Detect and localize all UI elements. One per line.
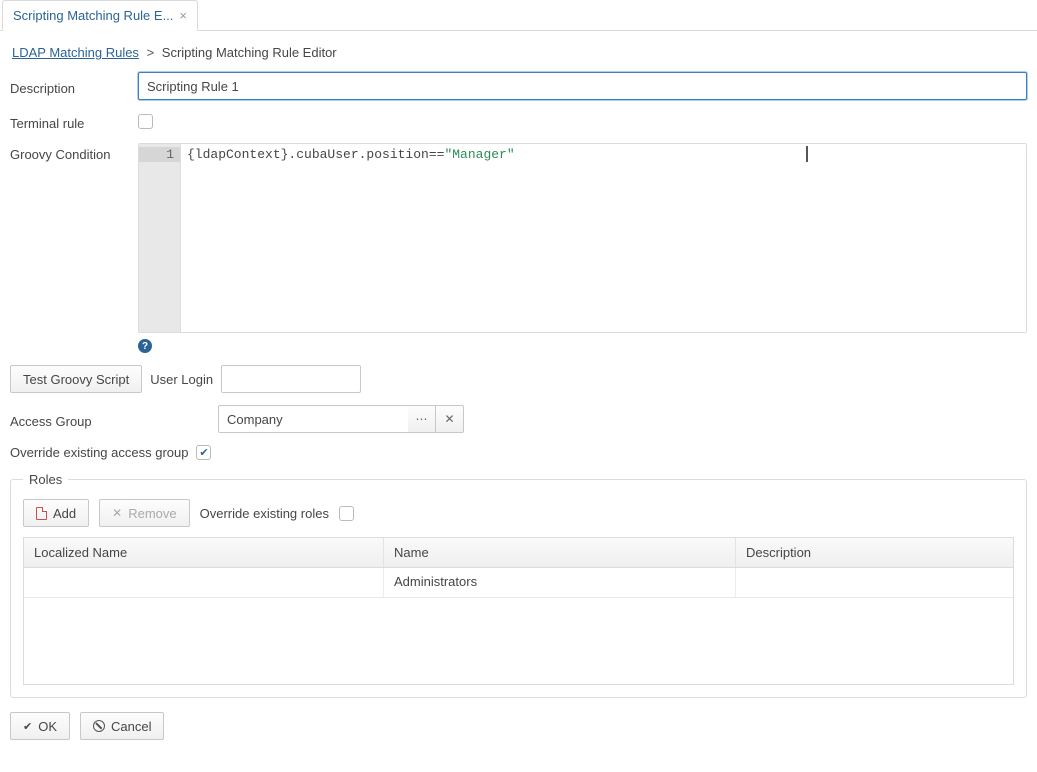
breadcrumb: LDAP Matching Rules > Scripting Matching… <box>12 45 1027 60</box>
editor-cursor <box>806 146 808 162</box>
help-icon[interactable]: ? <box>138 339 152 353</box>
description-label: Description <box>10 77 130 96</box>
description-input[interactable] <box>138 72 1027 100</box>
editor-code[interactable]: {ldapContext}.cubaUser.position=="Manage… <box>181 144 1026 332</box>
cell-name: Administrators <box>384 568 736 597</box>
ok-label: OK <box>38 719 57 734</box>
cancel-icon <box>93 720 105 732</box>
cell-localized <box>24 568 384 597</box>
roles-table: Localized Name Name Description Administ… <box>23 537 1014 685</box>
check-icon <box>23 720 32 733</box>
groovy-editor[interactable]: 1 {ldapContext}.cubaUser.position=="Mana… <box>138 143 1027 333</box>
clear-icon[interactable]: ✕ <box>436 405 464 433</box>
test-groovy-button[interactable]: Test Groovy Script <box>10 365 142 393</box>
editor-gutter: 1 <box>139 144 181 332</box>
override-roles-label: Override existing roles <box>200 506 329 521</box>
cancel-button[interactable]: Cancel <box>80 712 164 740</box>
table-header: Localized Name Name Description <box>24 538 1013 568</box>
test-groovy-label: Test Groovy Script <box>23 372 129 387</box>
tab-bar: Scripting Matching Rule E... × <box>0 0 1037 31</box>
remove-label: Remove <box>128 506 176 521</box>
th-localized[interactable]: Localized Name <box>24 538 384 567</box>
roles-legend: Roles <box>23 472 68 487</box>
groovy-condition-label: Groovy Condition <box>10 143 130 162</box>
tab-title: Scripting Matching Rule E... <box>13 8 173 23</box>
terminal-rule-checkbox[interactable] <box>138 114 153 129</box>
override-roles-checkbox[interactable] <box>339 506 354 521</box>
code-string: "Manager" <box>444 147 514 162</box>
terminal-rule-label: Terminal rule <box>10 112 130 131</box>
roles-fieldset: Roles Add ✕ Remove Override existing rol… <box>10 472 1027 698</box>
table-empty-area <box>24 598 1013 684</box>
user-login-label: User Login <box>150 372 213 387</box>
cancel-label: Cancel <box>111 719 151 734</box>
add-label: Add <box>53 506 76 521</box>
document-icon <box>36 507 47 520</box>
breadcrumb-separator: > <box>147 45 155 60</box>
tab-scripting-rule[interactable]: Scripting Matching Rule E... × <box>2 0 198 31</box>
access-group-input[interactable] <box>218 405 408 433</box>
ok-button[interactable]: OK <box>10 712 70 740</box>
remove-button[interactable]: ✕ Remove <box>99 499 189 527</box>
line-number: 1 <box>139 147 180 162</box>
code-plain: {ldapContext}.cubaUser.position== <box>187 147 444 162</box>
access-group-picker: ⋯ ✕ <box>218 405 464 433</box>
add-button[interactable]: Add <box>23 499 89 527</box>
table-row[interactable]: Administrators <box>24 568 1013 598</box>
breadcrumb-current: Scripting Matching Rule Editor <box>162 45 337 60</box>
remove-icon: ✕ <box>112 506 122 520</box>
override-access-label: Override existing access group <box>10 445 188 460</box>
th-description[interactable]: Description <box>736 538 1013 567</box>
close-icon[interactable]: × <box>179 8 187 23</box>
cell-description <box>736 568 1013 597</box>
override-access-checkbox[interactable] <box>196 445 211 460</box>
th-name[interactable]: Name <box>384 538 736 567</box>
access-group-label: Access Group <box>10 410 210 429</box>
breadcrumb-parent[interactable]: LDAP Matching Rules <box>12 45 139 60</box>
user-login-input[interactable] <box>221 365 361 393</box>
lookup-icon[interactable]: ⋯ <box>408 405 436 433</box>
